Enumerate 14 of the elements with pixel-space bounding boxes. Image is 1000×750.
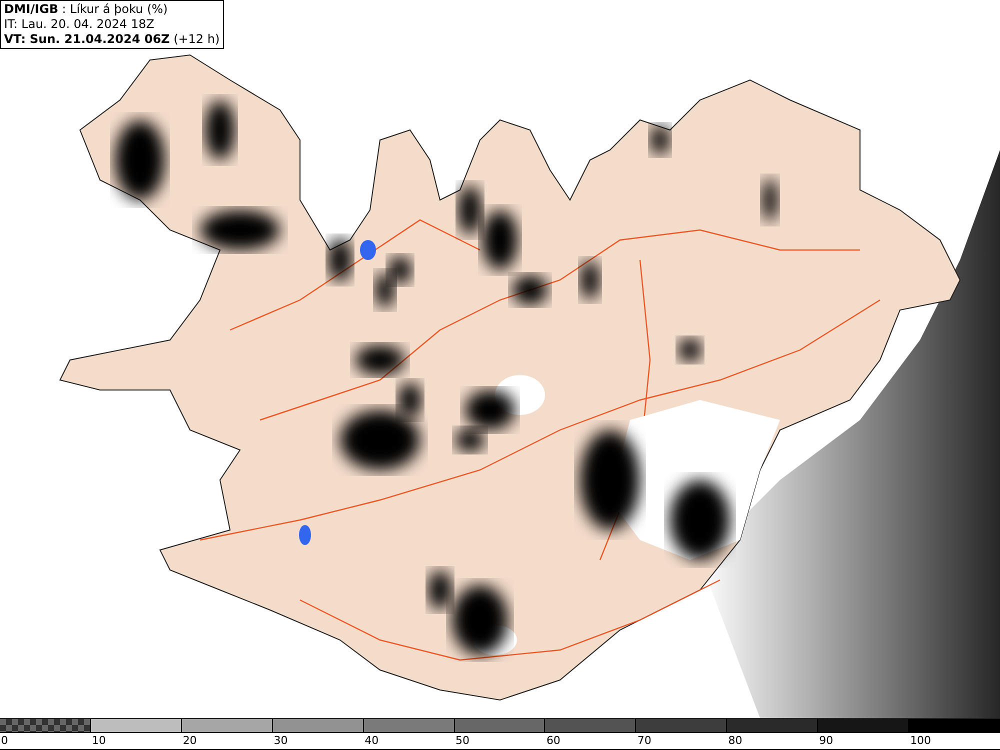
- legend-label: 30: [274, 734, 288, 747]
- legend-label: 80: [728, 734, 742, 747]
- info-text: IT: Lau. 20. 04. 2024 18Z: [4, 17, 156, 32]
- legend-label: 40: [364, 734, 379, 747]
- info-text: VT: Sun. 21.04.2024 06Z (+12 h): [4, 32, 220, 47]
- legend-label: 90: [819, 734, 834, 747]
- legend-label: 100: [910, 734, 932, 747]
- legend-label: 50: [456, 734, 470, 747]
- legend-label: 60: [546, 734, 560, 747]
- legend-label: 20: [182, 734, 197, 747]
- legend-label: 10: [92, 734, 106, 747]
- legend-label: 70: [637, 734, 652, 747]
- legend-label: 0: [1, 734, 8, 747]
- info-text: DMI/IGB : Líkur á þoku (%): [4, 2, 169, 17]
